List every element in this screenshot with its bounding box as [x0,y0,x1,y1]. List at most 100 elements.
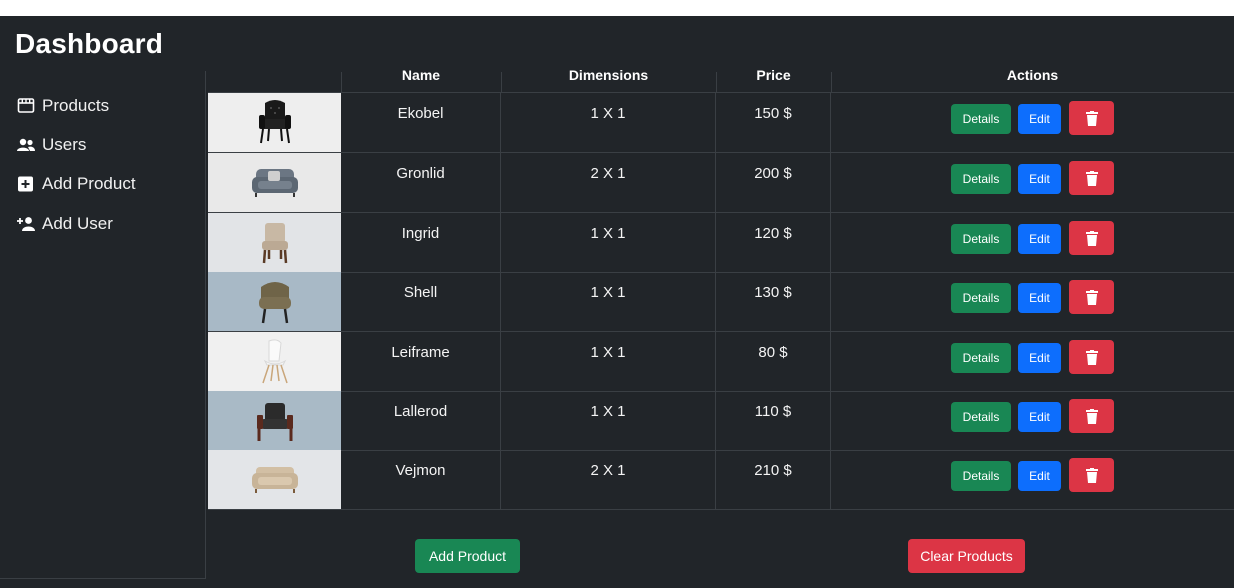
cell-price: 130 $ [716,272,831,331]
sidebar-item-add-product[interactable]: Add Product [16,172,136,196]
delete-button[interactable] [1069,280,1114,314]
beige-wood-chair-image [261,222,288,263]
cell-actions: Details Edit [831,272,1234,331]
olive-shell-armchair-image [258,281,291,323]
page-title: Dashboard [15,28,164,59]
products-table: Name Dimensions Price Actions Ekobel 1 X… [208,67,1234,510]
column-header-price: Price [756,67,791,83]
cell-name: Ingrid [341,213,501,272]
user-plus-icon [17,217,35,231]
edit-button[interactable]: Edit [1018,461,1061,491]
cell-dimensions: 2 X 1 [501,450,716,509]
column-header-dimensions: Dimensions [568,67,649,83]
store-icon [17,98,35,113]
delete-button[interactable] [1069,458,1114,492]
details-button[interactable]: Details [951,283,1011,313]
cell-actions: Details Edit [831,153,1234,212]
product-image [208,272,341,331]
cell-name: Leiframe [341,332,501,391]
cell-price: 200 $ [716,153,831,212]
trash-icon [1085,408,1098,424]
clear-products-button[interactable]: Clear Products [908,539,1025,573]
table-row: Lallerod 1 X 1 110 $ Details Edit [208,391,1234,451]
table-row: Leiframe 1 X 1 80 $ Details Edit [208,332,1234,392]
details-button[interactable]: Details [951,164,1011,194]
users-icon [17,138,35,151]
trash-icon [1085,289,1098,305]
beige-sofa-image [251,466,298,493]
app-window: Dashboard Products Users Add Product Add… [0,16,1234,588]
product-image [208,332,341,391]
cell-price: 210 $ [716,450,831,509]
delete-button[interactable] [1069,399,1114,433]
grey-loveseat-image [251,168,298,197]
sidebar-item-add-user[interactable]: Add User [16,212,113,236]
cell-price: 110 $ [716,391,831,450]
product-image [208,93,341,152]
column-header-actions: Actions [1006,67,1059,83]
add-product-button[interactable]: Add Product [415,539,520,573]
cell-dimensions: 1 X 1 [501,213,716,272]
table-row: Shell 1 X 1 130 $ Details Edit [208,272,1234,332]
edit-button[interactable]: Edit [1018,224,1061,254]
sidebar: Products Users Add Product Add User [0,71,206,579]
trash-icon [1085,467,1098,483]
trash-icon [1085,170,1098,186]
cell-actions: Details Edit [831,93,1234,152]
sidebar-item-products[interactable]: Products [16,94,109,118]
product-image [208,450,341,509]
cell-name: Shell [341,272,501,331]
delete-button[interactable] [1069,101,1114,135]
column-header-name: Name [401,67,441,83]
sidebar-item-users[interactable]: Users [16,133,86,157]
details-button[interactable]: Details [951,461,1011,491]
white-plastic-chair-image [261,338,288,383]
edit-button[interactable]: Edit [1018,283,1061,313]
sidebar-item-label: Users [42,135,87,154]
edit-button[interactable]: Edit [1018,104,1061,134]
cell-dimensions: 1 X 1 [501,332,716,391]
trash-icon [1085,349,1098,365]
black-leather-armchair-image [256,402,293,441]
cell-actions: Details Edit [831,450,1234,509]
sidebar-item-label: Add Product [42,174,136,193]
cell-price: 120 $ [716,213,831,272]
table-header: Name Dimensions Price Actions [208,67,1234,93]
sidebar-item-label: Products [42,96,110,115]
cell-price: 150 $ [716,93,831,152]
details-button[interactable]: Details [951,402,1011,432]
edit-button[interactable]: Edit [1018,402,1061,432]
cell-actions: Details Edit [831,391,1234,450]
cell-price: 80 $ [716,332,831,391]
table-row: Gronlid 2 X 1 200 $ Details Edit [208,153,1234,213]
trash-icon [1085,230,1098,246]
edit-button[interactable]: Edit [1018,343,1061,373]
cell-dimensions: 1 X 1 [501,391,716,450]
details-button[interactable]: Details [951,224,1011,254]
details-button[interactable]: Details [951,343,1011,373]
cell-dimensions: 1 X 1 [501,93,716,152]
delete-button[interactable] [1069,340,1114,374]
delete-button[interactable] [1069,221,1114,255]
table-row: Ekobel 1 X 1 150 $ Details Edit [208,93,1234,153]
trash-icon [1085,110,1098,126]
product-image [208,153,341,212]
header: Dashboard [0,16,1234,72]
black-tufted-armchair-image [258,99,291,143]
sidebar-item-label: Add User [42,214,113,233]
cell-name: Lallerod [341,391,501,450]
cell-actions: Details Edit [831,332,1234,391]
table-row: Ingrid 1 X 1 120 $ Details Edit [208,213,1234,273]
table-row: Vejmon 2 X 1 210 $ Details Edit [208,450,1234,510]
details-button[interactable]: Details [951,104,1011,134]
edit-button[interactable]: Edit [1018,164,1061,194]
cell-name: Ekobel [341,93,501,152]
product-image [208,213,341,272]
product-image [208,391,341,450]
plus-square-icon [18,176,33,192]
delete-button[interactable] [1069,161,1114,195]
cell-dimensions: 2 X 1 [501,153,716,212]
cell-name: Vejmon [341,450,501,509]
cell-actions: Details Edit [831,213,1234,272]
cell-name: Gronlid [341,153,501,212]
